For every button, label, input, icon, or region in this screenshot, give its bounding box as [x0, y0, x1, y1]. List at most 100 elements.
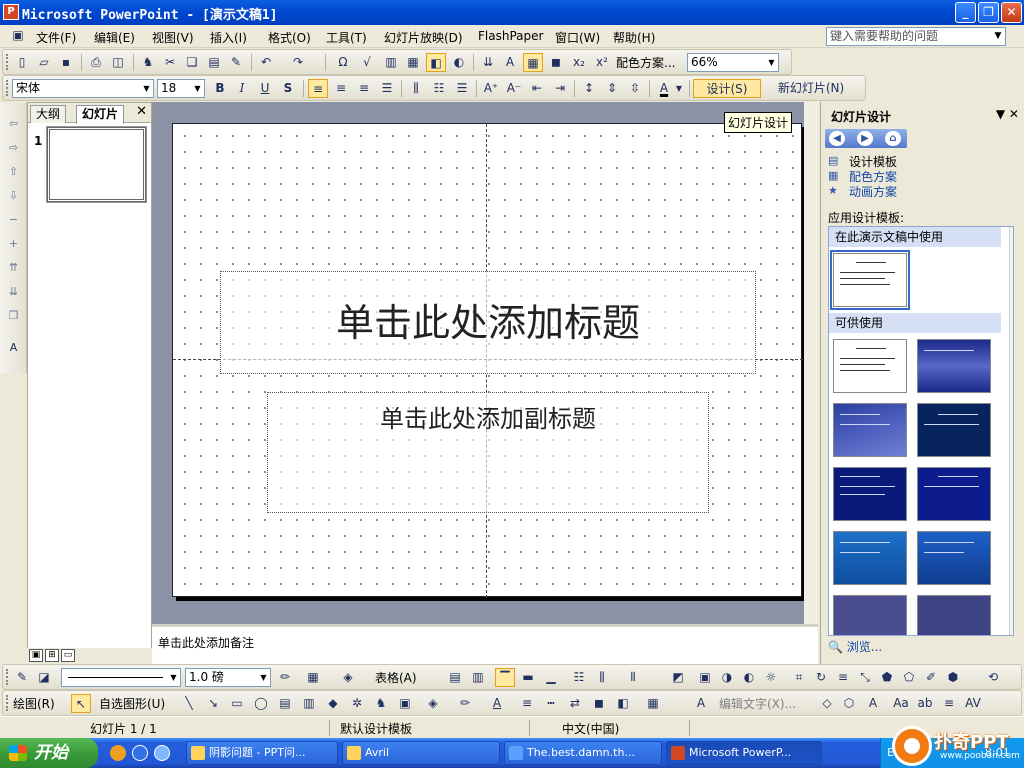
dash-style-icon[interactable]: ┅ [541, 694, 561, 713]
menu-slideshow[interactable]: 幻灯片放映(D) [384, 29, 463, 46]
rotate-icon[interactable]: ↻ [811, 668, 831, 687]
rotate-icon[interactable]: ⟲ [983, 668, 1003, 687]
text-direction-icon[interactable]: ▦ [643, 694, 663, 713]
wordart-gallery-icon[interactable]: ◇ [817, 694, 837, 713]
chevron-down-icon[interactable]: ▼ [191, 80, 204, 97]
arrow-icon[interactable]: ↘ [203, 694, 223, 713]
wordart-toolbar-icon[interactable]: A [691, 694, 711, 713]
align-bottom-icon[interactable]: ▁ [541, 668, 561, 687]
task-button[interactable]: Microsoft PowerP... [666, 741, 822, 765]
subscript-icon[interactable]: x₂ [569, 53, 589, 72]
template-thumbnail[interactable] [917, 339, 991, 393]
picture-toolbar-icon[interactable]: ◩ [668, 668, 688, 687]
merge-cells-icon[interactable]: ▤ [445, 668, 465, 687]
task-button[interactable]: Avril [342, 741, 500, 765]
border-color-icon[interactable]: ✏ [275, 668, 295, 687]
menu-view[interactable]: 视图(V) [152, 29, 194, 46]
normal-view-icon[interactable]: ▣ [29, 649, 43, 662]
increase-font-icon[interactable]: A⁺ [481, 79, 501, 98]
borders-icon[interactable]: ▦ [303, 668, 323, 687]
chart-icon[interactable]: ▥ [381, 53, 401, 72]
align-center-icon[interactable]: ≡ [331, 79, 351, 98]
vertical-text-icon[interactable]: ab [915, 694, 935, 713]
eraser-icon[interactable]: ◪ [34, 668, 54, 687]
template-thumbnail[interactable] [917, 403, 991, 457]
italic-icon[interactable]: I [232, 79, 252, 98]
table-icon[interactable]: ▦ [403, 53, 423, 72]
messenger-icon[interactable] [110, 745, 126, 761]
template-thumbnail[interactable] [833, 339, 907, 393]
center-vertically-icon[interactable]: ▬ [518, 668, 538, 687]
title-placeholder[interactable]: 单击此处添加标题 [220, 271, 756, 374]
vertical-scrollbar[interactable] [804, 102, 818, 624]
vertical-textbox-icon[interactable]: ▥ [299, 694, 319, 713]
recolor-icon[interactable]: ⬟ [877, 668, 897, 687]
menu-tools[interactable]: 工具(T) [326, 29, 367, 46]
design-button[interactable]: 设计(S) [693, 79, 761, 98]
align-right-icon[interactable]: ≡ [354, 79, 374, 98]
close-icon[interactable]: ✕ [136, 104, 147, 119]
format-painter-icon[interactable]: ✎ [226, 53, 246, 72]
print-icon[interactable]: ⎙ [86, 53, 106, 72]
underline-icon[interactable]: U [255, 79, 275, 98]
text-direction-icon[interactable]: ⫴ [623, 668, 643, 687]
decrease-indent-icon[interactable]: ⇤ [527, 79, 547, 98]
new-slide-button[interactable]: 新幻灯片(N) [765, 79, 857, 98]
demote-icon[interactable]: ⇨ [5, 141, 22, 158]
menu-window[interactable]: 窗口(W) [555, 29, 600, 46]
color-grayscale-icon[interactable]: ◼ [546, 53, 566, 72]
home-icon[interactable]: ⌂ [885, 131, 901, 146]
menu-file[interactable]: 文件(F) [36, 29, 76, 46]
insert-picture-icon[interactable]: ▣ [695, 668, 715, 687]
3d-style-icon[interactable]: ◧ [613, 694, 633, 713]
template-thumbnail[interactable] [917, 595, 991, 635]
template-thumbnail[interactable] [833, 403, 907, 457]
arrow-style-icon[interactable]: ⇄ [565, 694, 585, 713]
font-color-icon[interactable]: A [654, 79, 674, 98]
shadow-style-icon[interactable]: ◼ [589, 694, 609, 713]
paragraph-spacing-icon[interactable]: ⇕ [602, 79, 622, 98]
zoom-select[interactable]: 66% ▼ [687, 53, 779, 72]
menu-format[interactable]: 格式(O) [268, 29, 311, 46]
font-size-select[interactable]: 18 ▼ [157, 79, 205, 98]
powerpoint-icon[interactable]: P [3, 4, 19, 20]
move-down-icon[interactable]: ⇩ [5, 189, 22, 206]
justify-icon[interactable]: ☰ [377, 79, 397, 98]
border-style-select[interactable]: ▼ [61, 668, 181, 687]
crop-icon[interactable]: ⌗ [789, 668, 809, 687]
wordart-shape-icon[interactable]: A [863, 694, 883, 713]
template-thumbnail[interactable] [833, 467, 907, 521]
distribute-icon[interactable]: ⫼ [406, 79, 426, 98]
menu-edit[interactable]: 编辑(E) [94, 29, 135, 46]
animation-scheme-link[interactable]: 动画方案 [849, 183, 897, 200]
shadow-icon[interactable]: S [278, 79, 298, 98]
print-preview-icon[interactable]: ◫ [108, 53, 128, 72]
menu-insert[interactable]: 插入(I) [210, 29, 247, 46]
spacing-icon[interactable]: ⇳ [625, 79, 645, 98]
menu-flashpaper[interactable]: FlashPaper [478, 29, 543, 43]
back-icon[interactable]: ◀ [829, 131, 845, 146]
line-color-icon[interactable]: ✏ [455, 694, 475, 713]
grid-icon[interactable]: ▦ [523, 53, 543, 72]
font-select[interactable]: 宋体 ▼ [12, 79, 154, 98]
distribute-rows-icon[interactable]: ☷ [569, 668, 589, 687]
template-thumbnail[interactable] [833, 595, 907, 635]
slideshow-icon[interactable]: ▭ [61, 649, 75, 662]
menu-help[interactable]: 帮助(H) [613, 29, 655, 46]
bold-icon[interactable]: B [210, 79, 230, 98]
draw-menu-button[interactable]: 绘图(R) [13, 695, 55, 712]
slide-sorter-icon[interactable]: ⊞ [45, 649, 59, 662]
template-thumbnail[interactable] [917, 467, 991, 521]
align-top-icon[interactable]: ▔ [495, 668, 515, 687]
wordart-icon[interactable]: ◆ [323, 694, 343, 713]
chevron-down-icon[interactable]: ▼ [140, 80, 153, 97]
notes-pane[interactable]: 单击此处添加备注 [152, 624, 818, 664]
line-style-icon[interactable]: ≡ [517, 694, 537, 713]
chevron-down-icon[interactable]: ▼ [992, 28, 1004, 45]
tab-outline[interactable]: 大纲 [30, 105, 67, 123]
border-width-select[interactable]: 1.0 磅 ▼ [185, 668, 271, 687]
show-formatting-icon[interactable]: A [5, 341, 22, 358]
cut-icon[interactable]: ✂ [160, 53, 180, 72]
browse-link[interactable]: 🔍 浏览... [828, 638, 882, 655]
redo-icon[interactable]: ↷ [288, 53, 308, 72]
